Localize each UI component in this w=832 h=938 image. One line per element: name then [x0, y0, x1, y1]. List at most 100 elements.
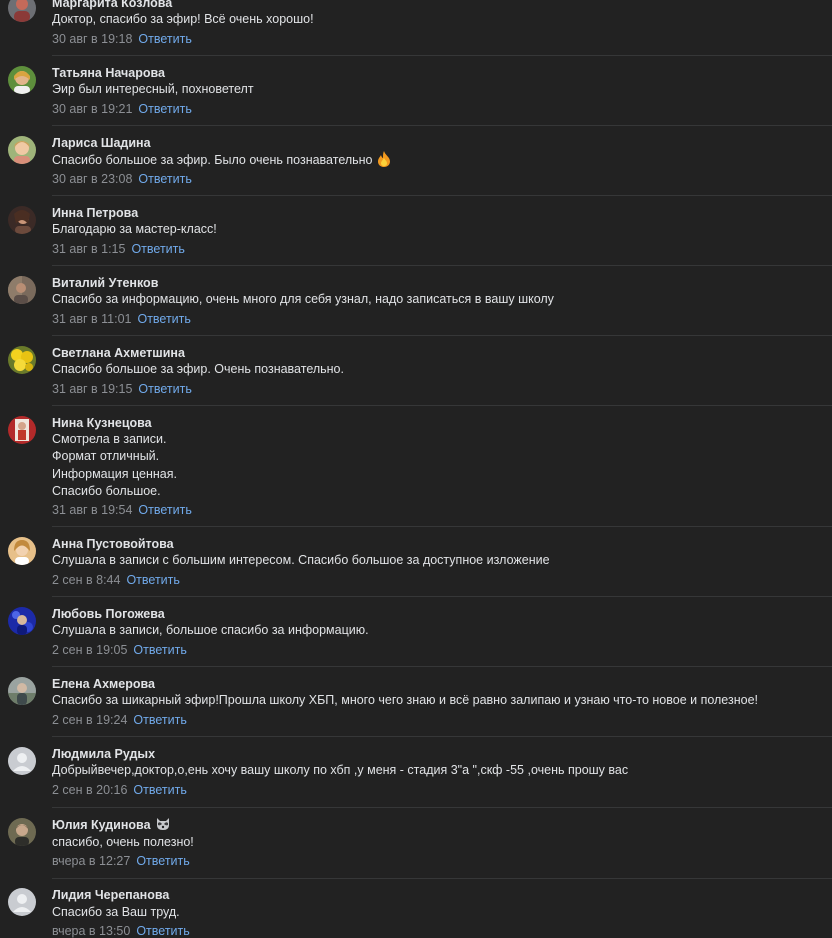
comment-text-line: Спасибо за информацию, очень много для с… [52, 292, 554, 306]
comment-text: Смотрела в записи. Формат отличный. Инфо… [52, 431, 177, 500]
reply-button[interactable]: Ответить [138, 102, 191, 116]
comment-author[interactable]: Инна Петрова [52, 205, 138, 221]
avatar[interactable] [8, 416, 36, 444]
reply-button[interactable]: Ответить [137, 312, 190, 326]
comment-date[interactable]: 31 авг в 19:15 [52, 382, 132, 396]
comment-author[interactable]: Юлия Кудинова [52, 817, 171, 835]
avatar[interactable] [8, 607, 36, 635]
comment-meta: 2 сен в 8:44 Ответить [52, 572, 180, 588]
comment-text-line: Эир был интересный, похноветелт [52, 82, 254, 96]
comment-author[interactable]: Лидия Черепанова [52, 887, 169, 903]
divider [52, 125, 832, 126]
comment-text: Спасибо за Ваш труд. [52, 904, 180, 921]
divider [52, 55, 832, 56]
comment-meta: 2 сен в 19:05 Ответить [52, 642, 187, 658]
comment-author[interactable]: Анна Пустовойтова [52, 536, 174, 552]
comment-date[interactable]: 2 сен в 8:44 [52, 573, 120, 587]
comment-meta: вчера в 12:27 Ответить [52, 853, 190, 869]
comment-author[interactable]: Виталий Утенков [52, 275, 158, 291]
comment-text-line: Доктор, спасибо за эфир! Всё очень хорош… [52, 12, 314, 26]
comment-text-line: Смотрела в записи. [52, 432, 167, 446]
comment-meta: 30 авг в 19:18 Ответить [52, 31, 192, 47]
avatar[interactable] [8, 346, 36, 374]
comment-date[interactable]: 2 сен в 19:05 [52, 643, 127, 657]
comment-meta: 31 авг в 11:01 Ответить [52, 311, 191, 327]
comment-date[interactable]: 2 сен в 19:24 [52, 713, 127, 727]
divider [52, 335, 832, 336]
comment-date[interactable]: 30 авг в 19:18 [52, 32, 132, 46]
reply-button[interactable]: Ответить [136, 924, 189, 938]
divider [52, 736, 832, 737]
comment-text-line: Слушала в записи, большое спасибо за инф… [52, 623, 369, 637]
reply-button[interactable]: Ответить [133, 783, 186, 797]
divider [52, 666, 832, 667]
comment-text-line: Добрыйвечер,доктор,о,ень хочу вашу школу… [52, 763, 629, 777]
comment-text-line: Формат отличный. [52, 449, 160, 464]
divider [52, 596, 832, 597]
avatar[interactable] [8, 677, 36, 705]
avatar[interactable] [8, 747, 36, 775]
comment-text-line: Спасибо за шикарный эфир!Прошла школу ХБ… [52, 693, 758, 707]
reply-button[interactable]: Ответить [133, 713, 186, 727]
reply-button[interactable]: Ответить [131, 242, 184, 256]
divider [52, 878, 832, 879]
comment-text: Добрыйвечер,доктор,о,ень хочу вашу школу… [52, 762, 628, 779]
comment-text: Спасибо большое за эфир. Очень познавате… [52, 361, 344, 378]
avatar[interactable] [8, 888, 36, 916]
comment-author[interactable]: Татьяна Начарова [52, 65, 165, 81]
divider [52, 265, 832, 266]
comment-text: Благодарю за мастер-класс! [52, 221, 217, 238]
avatar[interactable] [8, 136, 36, 164]
divider [52, 405, 832, 406]
comment-text: спасибо, очень полезно! [52, 834, 194, 851]
comment-text: Спасибо за шикарный эфир!Прошла школу ХБ… [52, 692, 758, 709]
comment-meta: 2 сен в 19:24 Ответить [52, 712, 187, 728]
reply-button[interactable]: Ответить [138, 172, 191, 186]
reply-button[interactable]: Ответить [138, 382, 191, 396]
avatar[interactable] [8, 276, 36, 304]
comment-date[interactable]: 31 авг в 11:01 [52, 312, 131, 326]
comment-meta: 2 сен в 20:16 Ответить [52, 782, 187, 798]
comment-meta: 30 авг в 19:21 Ответить [52, 101, 192, 117]
comment-date[interactable]: 30 авг в 19:21 [52, 102, 132, 116]
comment-text-line: Информация ценная. [52, 466, 177, 481]
fire-icon [377, 151, 391, 172]
comment-author[interactable]: Светлана Ахметшина [52, 345, 185, 361]
comment-author[interactable]: Любовь Погожева [52, 606, 165, 622]
comment-text: Эир был интересный, похноветелт [52, 81, 254, 98]
comment-author[interactable]: Маргарита Козлова [52, 0, 172, 11]
comment-text: Спасибо за информацию, очень много для с… [52, 291, 554, 308]
comment-author[interactable]: Людмила Рудых [52, 746, 155, 762]
comment-text-line: Спасибо большое. [52, 483, 161, 498]
avatar[interactable] [8, 818, 36, 846]
comment-text: Доктор, спасибо за эфир! Всё очень хорош… [52, 11, 314, 28]
divider [52, 195, 832, 196]
reply-button[interactable]: Ответить [138, 503, 191, 517]
reply-button[interactable]: Ответить [133, 643, 186, 657]
comment-author[interactable]: Елена Ахмерова [52, 676, 155, 692]
avatar[interactable] [8, 66, 36, 94]
avatar[interactable] [8, 206, 36, 234]
reply-button[interactable]: Ответить [136, 854, 189, 868]
comment-meta: 31 авг в 1:15 Ответить [52, 241, 185, 257]
reply-button[interactable]: Ответить [138, 32, 191, 46]
comment-text-content: Спасибо большое за эфир. Было очень позн… [52, 153, 373, 167]
comment-text-line: Слушала в записи с большим интересом. Сп… [52, 553, 550, 567]
comment-author[interactable]: Нина Кузнецова [52, 415, 152, 431]
avatar[interactable] [8, 537, 36, 565]
comment-text-line: Спасибо большое за эфир. Очень познавате… [52, 362, 344, 376]
comment-author[interactable]: Лариса Шадина [52, 135, 151, 151]
comment-date[interactable]: вчера в 13:50 [52, 924, 130, 938]
divider [52, 807, 832, 808]
comment-date[interactable]: 31 авг в 19:54 [52, 503, 132, 517]
comment-text-line: Благодарю за мастер-класс! [52, 222, 217, 236]
divider [52, 526, 832, 527]
comment-date[interactable]: вчера в 12:27 [52, 854, 130, 868]
comment-date[interactable]: 31 авг в 1:15 [52, 242, 125, 256]
comment-date[interactable]: 2 сен в 20:16 [52, 783, 127, 797]
comment-meta: 31 авг в 19:54 Ответить [52, 502, 192, 518]
reply-button[interactable]: Ответить [126, 573, 179, 587]
comment-text-line: Спасибо за Ваш труд. [52, 905, 180, 919]
comment-date[interactable]: 30 авг в 23:08 [52, 172, 132, 186]
avatar[interactable] [8, 0, 36, 22]
